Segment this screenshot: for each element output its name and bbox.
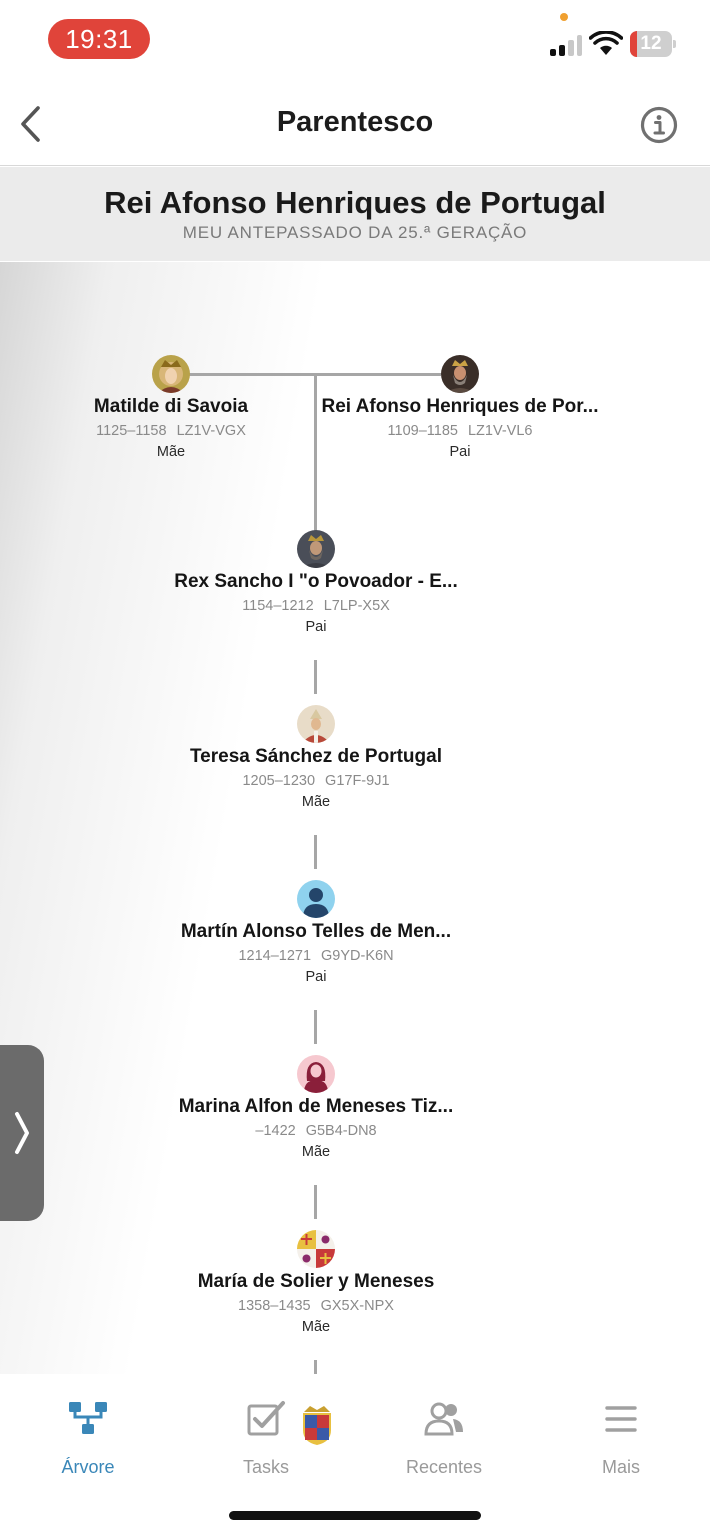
portrait-king-icon <box>441 355 479 393</box>
person-relation: Pai <box>305 969 327 985</box>
info-icon <box>640 106 678 144</box>
portrait-saint-icon <box>297 705 335 743</box>
person-id: LZ1V-VL6 <box>467 423 533 439</box>
tab-recent[interactable]: Recentes <box>374 1398 514 1478</box>
side-panel-handle[interactable] <box>0 1045 44 1221</box>
descent-connector <box>314 835 317 869</box>
page-title: Parentesco <box>276 106 434 138</box>
person-name: Teresa Sánchez de Portugal <box>189 746 442 767</box>
tab-label: Árvore <box>61 1457 115 1477</box>
person-card[interactable]: María de Solier y Meneses 1358–1435 GX5X-… <box>136 1230 496 1335</box>
tasks-checkbox-icon <box>247 1401 285 1436</box>
navigation-bar: Parentesco <box>0 80 710 166</box>
person-id: G17F-9J1 <box>325 773 390 789</box>
descent-connector <box>314 1185 317 1219</box>
info-button[interactable] <box>639 105 679 145</box>
person-name: Rei Afonso Henriques de Por... <box>321 396 599 417</box>
person-name: Martín Alonso Telles de Men... <box>180 921 452 942</box>
privacy-indicator-dot <box>560 13 568 21</box>
coat-of-arms-icon <box>297 1230 335 1268</box>
person-lifespan: 1358–1435 <box>238 1298 311 1314</box>
battery-icon: 12 <box>630 31 676 57</box>
relationship-tree[interactable]: Matilde di Savoia 1125–1158 LZ1V-VGX Mãe … <box>0 262 710 1394</box>
person-id: LZ1V-VGX <box>176 423 246 439</box>
person-relation: Pai <box>305 619 327 635</box>
tab-tree[interactable]: Árvore <box>18 1398 158 1478</box>
person-lifespan: 1109–1185 <box>387 423 458 439</box>
person-relation: Pai <box>449 444 471 460</box>
person-lifespan: 1154–1212 <box>242 598 314 614</box>
person-lifespan: 1125–1158 <box>96 423 167 439</box>
person-card[interactable]: Teresa Sánchez de Portugal 1205–1230 G17F… <box>136 705 496 810</box>
tree-icon <box>69 1402 107 1434</box>
person-lifespan: 1214–1271 <box>238 948 312 964</box>
male-silhouette-icon <box>297 880 335 918</box>
cellular-signal-icon <box>550 34 582 56</box>
person-id: L7LP-X5X <box>323 598 390 614</box>
portrait-queen-icon <box>152 355 190 393</box>
person-lifespan: –1422 <box>255 1123 296 1139</box>
generation-label: MEU ANTEPASSADO DA 25.ª GERAÇÃO <box>182 223 528 242</box>
ancestor-name: Rei Afonso Henriques de Portugal <box>104 185 606 220</box>
person-id: GX5X-NPX <box>320 1298 394 1314</box>
relationship-header: Rei Afonso Henriques de Portugal MEU ANT… <box>0 167 710 261</box>
tab-label: Mais <box>601 1457 640 1477</box>
tab-more[interactable]: Mais <box>551 1398 691 1478</box>
tab-label: Tasks <box>242 1457 289 1477</box>
person-card[interactable]: Marina Alfon de Meneses Tiz... –1422 G5B4… <box>136 1055 496 1160</box>
people-icon <box>424 1402 463 1436</box>
person-card[interactable]: Martín Alonso Telles de Men... 1214–1271… <box>136 880 496 985</box>
person-relation: Mãe <box>301 794 331 810</box>
status-bar: 19:31 12 <box>0 0 710 80</box>
status-time: 19:31 <box>48 19 150 59</box>
person-name: Marina Alfon de Meneses Tiz... <box>178 1096 454 1117</box>
chevron-right-icon <box>15 1112 29 1154</box>
portrait-king-icon <box>297 530 335 568</box>
wifi-icon <box>589 31 623 55</box>
person-lifespan: 1205–1230 <box>242 773 316 789</box>
descent-connector <box>314 660 317 694</box>
person-name: María de Solier y Meneses <box>197 1271 435 1292</box>
menu-icon <box>605 1406 637 1432</box>
person-id: G9YD-K6N <box>321 948 394 964</box>
person-relation: Mãe <box>301 1319 331 1335</box>
coat-of-arms-icon <box>303 1406 331 1445</box>
tab-label: Recentes <box>405 1457 483 1477</box>
person-card[interactable]: Rex Sancho I "o Povoador - E... 1154–121… <box>136 530 496 635</box>
person-relation: Mãe <box>301 1144 331 1160</box>
person-name: Rex Sancho I "o Povoador - E... <box>174 571 458 592</box>
battery-level: 12 <box>640 33 662 54</box>
descent-connector <box>314 1010 317 1044</box>
home-indicator[interactable] <box>229 1511 481 1520</box>
person-card-father[interactable]: Rei Afonso Henriques de Por... 1109–1185… <box>280 355 640 460</box>
female-silhouette-icon <box>297 1055 335 1093</box>
person-id: G5B4-DN8 <box>305 1123 377 1139</box>
